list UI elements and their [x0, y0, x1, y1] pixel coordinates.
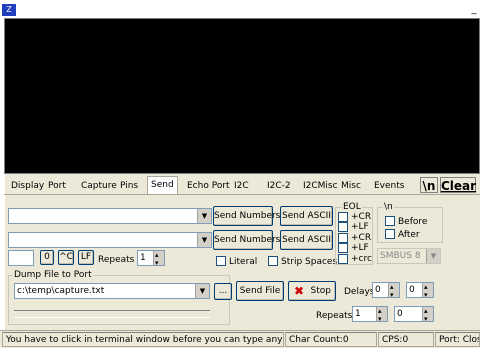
spinner-arrows-icon[interactable] — [153, 248, 164, 270]
status-cps: CPS:0 — [378, 332, 434, 347]
send-ascii-button-2[interactable]: Send ASCII — [280, 230, 333, 250]
spinner-arrows-icon[interactable] — [376, 304, 387, 326]
send-input-1[interactable]: ▼ — [8, 208, 212, 224]
delay1-spinner[interactable]: 0 — [372, 280, 400, 302]
window-title-bar — [0, 0, 480, 18]
tab-events[interactable]: Events — [371, 178, 407, 194]
zero-button[interactable]: 0 — [40, 250, 54, 265]
eol-cr-checkbox[interactable] — [338, 212, 348, 222]
tab-i2cmisc[interactable]: I2CMisc — [300, 178, 341, 194]
app-icon[interactable]: Z — [2, 4, 16, 16]
send-file-button[interactable]: Send File — [236, 281, 284, 301]
tab-send[interactable]: Send — [147, 176, 178, 194]
dump-file-path-value: c:\temp\capture.txt — [17, 286, 105, 296]
eol-crc-checkbox[interactable] — [338, 254, 348, 264]
repeats-label: Repeats — [98, 255, 135, 265]
lf-button[interactable]: LF — [78, 250, 94, 265]
stop-icon: ✖ — [294, 284, 305, 298]
dump-repeats1-value: 1 — [355, 309, 361, 319]
chevron-down-icon[interactable]: ▼ — [195, 284, 209, 298]
eol-option-label: +crc — [351, 254, 372, 264]
chevron-down-icon[interactable]: ▼ — [197, 209, 211, 223]
tab-port[interactable]: Port — [45, 178, 69, 194]
tab-divider — [4, 194, 480, 195]
dump-progress-bar — [14, 310, 210, 318]
tab-misc[interactable]: Misc — [338, 178, 364, 194]
send-numbers-button-1[interactable]: Send Numbers — [213, 206, 280, 226]
before-checkbox[interactable] — [385, 216, 395, 226]
status-port: Port: Clos — [435, 332, 480, 347]
send-input-2[interactable]: ▼ — [8, 232, 212, 248]
strip-spaces-checkbox[interactable] — [268, 256, 278, 266]
after-checkbox[interactable] — [385, 229, 395, 239]
terminal-window[interactable] — [4, 18, 480, 174]
spinner-arrows-icon[interactable] — [422, 280, 433, 302]
delay1-value: 0 — [375, 285, 381, 295]
spinner-arrows-icon[interactable] — [422, 304, 433, 326]
tab-pins[interactable]: Pins — [117, 178, 141, 194]
chevron-down-icon[interactable]: ▼ — [426, 249, 440, 263]
tab-i2c[interactable]: I2C — [231, 178, 252, 194]
newline-group-title: \n — [383, 202, 394, 212]
literal-label: Literal — [229, 257, 258, 267]
delay2-spinner[interactable]: 0 — [406, 280, 434, 302]
eol-lf2-checkbox[interactable] — [338, 243, 348, 253]
dump-repeats2-spinner[interactable]: 0 — [394, 304, 434, 326]
dump-file-title: Dump File to Port — [13, 270, 93, 280]
strip-spaces-label: Strip Spaces — [281, 257, 338, 267]
send-numbers-button-2[interactable]: Send Numbers — [213, 230, 280, 250]
dump-repeats-label: Repeats — [316, 311, 353, 321]
browse-button[interactable]: ... — [214, 283, 232, 300]
status-message: You have to click in terminal window bef… — [2, 332, 284, 347]
after-label: After — [398, 230, 420, 240]
tab-capture[interactable]: Capture — [78, 178, 120, 194]
literal-checkbox[interactable] — [216, 256, 226, 266]
smbus-value: SMBUS 8 — [380, 251, 421, 261]
dump-repeats1-spinner[interactable]: 1 — [352, 304, 388, 326]
delays-label: Delays — [344, 287, 375, 297]
stop-button[interactable]: ✖ Stop — [288, 281, 336, 301]
dump-repeats2-value: 0 — [397, 309, 403, 319]
eol-lf-checkbox[interactable] — [338, 222, 348, 232]
clear-button[interactable]: Clear — [440, 177, 476, 193]
tab-i2c-2[interactable]: I2C-2 — [264, 178, 294, 194]
send-ascii-button-1[interactable]: Send ASCII — [280, 206, 333, 226]
spinner-arrows-icon[interactable] — [388, 280, 399, 302]
bottom-margin — [0, 348, 480, 360]
eol-cr2-checkbox[interactable] — [338, 233, 348, 243]
smbus-select[interactable]: SMBUS 8 ▼ — [377, 248, 441, 264]
tab-echo-port[interactable]: Echo Port — [184, 178, 233, 194]
minimize-icon[interactable]: _ — [468, 4, 480, 16]
ctrl-c-button[interactable]: ^C — [58, 250, 74, 265]
dump-file-path[interactable]: c:\temp\capture.txt ▼ — [14, 283, 210, 299]
newline-button[interactable]: \n — [420, 177, 438, 193]
byte-input[interactable] — [8, 250, 34, 266]
before-label: Before — [398, 217, 428, 227]
repeats-spinner[interactable]: 1 — [137, 248, 165, 270]
status-char-count: Char Count:0 — [285, 332, 377, 347]
repeats-value: 1 — [140, 253, 146, 263]
stop-button-label: Stop — [310, 286, 331, 296]
tab-display[interactable]: Display — [8, 178, 47, 194]
delay2-value: 0 — [409, 285, 415, 295]
chevron-down-icon[interactable]: ▼ — [197, 233, 211, 247]
